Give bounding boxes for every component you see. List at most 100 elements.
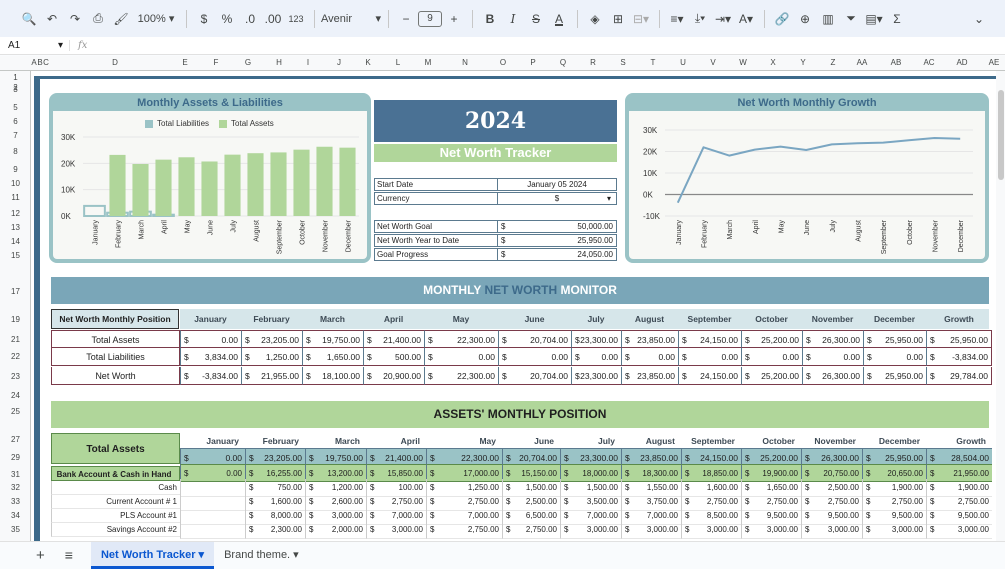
- column-header[interactable]: G: [238, 58, 258, 67]
- row-header[interactable]: 10: [0, 179, 31, 188]
- column-header[interactable]: O: [493, 58, 513, 67]
- column-header[interactable]: AE: [984, 58, 1004, 67]
- column-header[interactable]: T: [643, 58, 663, 67]
- assets-liabilities-chart[interactable]: Monthly Assets & Liabilities Total Liabi…: [49, 93, 371, 263]
- filter-views-icon[interactable]: ▤▾: [863, 8, 885, 30]
- borders-icon[interactable]: ⊞: [607, 8, 629, 30]
- column-header[interactable]: W: [733, 58, 753, 67]
- undo-icon[interactable]: ↶: [41, 8, 63, 30]
- decrease-decimal-button[interactable]: .0: [239, 8, 261, 30]
- row-header[interactable]: 29: [0, 453, 31, 462]
- info-value[interactable]: $ ▾: [498, 193, 616, 204]
- all-sheets-button[interactable]: ≡: [55, 542, 83, 569]
- zoom-select[interactable]: 100% ▾: [133, 8, 179, 30]
- column-header[interactable]: F: [206, 58, 226, 67]
- filter-icon[interactable]: ⏷: [840, 8, 862, 30]
- tab-brand-theme[interactable]: Brand theme. ▾: [214, 542, 309, 569]
- row-header[interactable]: 35: [0, 525, 31, 534]
- formula-input[interactable]: [87, 38, 1005, 54]
- column-header[interactable]: N: [455, 58, 475, 67]
- column-header[interactable]: M: [418, 58, 438, 67]
- column-header[interactable]: J: [329, 58, 349, 67]
- row-header[interactable]: 17: [0, 287, 31, 296]
- row-header[interactable]: 12: [0, 209, 31, 218]
- column-header[interactable]: Z: [823, 58, 843, 67]
- font-size-input[interactable]: 9: [418, 10, 442, 27]
- row-header[interactable]: 24: [0, 391, 31, 400]
- column-header[interactable]: E: [175, 58, 195, 67]
- scrollbar-thumb[interactable]: [998, 90, 1004, 180]
- column-header[interactable]: L: [388, 58, 408, 67]
- redo-icon[interactable]: ↷: [64, 8, 86, 30]
- percent-format-button[interactable]: %: [216, 8, 238, 30]
- column-header[interactable]: R: [583, 58, 603, 67]
- column-header[interactable]: D: [105, 58, 125, 67]
- column-header[interactable]: AC: [919, 58, 939, 67]
- italic-button[interactable]: I: [502, 8, 524, 30]
- text-color-button[interactable]: A: [548, 8, 570, 30]
- row-header[interactable]: 22: [0, 352, 31, 361]
- column-header[interactable]: K: [358, 58, 378, 67]
- row-header[interactable]: 3: [0, 85, 31, 94]
- row-header[interactable]: 6: [0, 117, 31, 126]
- row-header[interactable]: 32: [0, 483, 31, 492]
- functions-button[interactable]: Σ: [886, 8, 908, 30]
- row-header[interactable]: 5: [0, 103, 31, 112]
- row-header[interactable]: 27: [0, 435, 31, 444]
- horizontal-align-icon[interactable]: ≡▾: [666, 8, 688, 30]
- row-header[interactable]: 15: [0, 251, 31, 260]
- column-header[interactable]: AB: [886, 58, 906, 67]
- column-header[interactable]: S: [613, 58, 633, 67]
- increase-decimal-button[interactable]: .00: [262, 8, 284, 30]
- row-header[interactable]: 7: [0, 131, 31, 140]
- vertical-align-icon[interactable]: ⤓▾: [689, 8, 711, 30]
- add-sheet-button[interactable]: +: [26, 542, 55, 569]
- column-header[interactable]: Y: [793, 58, 813, 67]
- row-header[interactable]: 9: [0, 165, 31, 174]
- print-icon[interactable]: ⎙: [87, 8, 109, 30]
- row-header[interactable]: 34: [0, 511, 31, 520]
- column-header[interactable]: H: [269, 58, 289, 67]
- row-header[interactable]: 21: [0, 335, 31, 344]
- column-header[interactable]: X: [763, 58, 783, 67]
- row-header[interactable]: 14: [0, 237, 31, 246]
- more-formats-button[interactable]: 123: [285, 8, 307, 30]
- row-header[interactable]: 13: [0, 223, 31, 232]
- search-menus-icon[interactable]: 🔍: [18, 8, 40, 30]
- increase-font-size-button[interactable]: +: [443, 8, 465, 30]
- column-header[interactable]: P: [523, 58, 543, 67]
- bold-button[interactable]: B: [479, 8, 501, 30]
- column-header[interactable]: I: [298, 58, 318, 67]
- insert-link-icon[interactable]: 🔗: [771, 8, 793, 30]
- column-header[interactable]: Q: [553, 58, 573, 67]
- insert-comment-icon[interactable]: ⊕: [794, 8, 816, 30]
- row-header[interactable]: 8: [0, 147, 31, 156]
- paint-format-icon[interactable]: 🖌: [110, 8, 132, 30]
- row-header[interactable]: 11: [0, 193, 31, 202]
- name-box[interactable]: A1 ▾: [0, 40, 70, 51]
- fill-color-icon[interactable]: ◈: [584, 8, 606, 30]
- row-header[interactable]: 23: [0, 372, 31, 381]
- collapse-toolbar-icon[interactable]: ⌄: [968, 8, 990, 30]
- row-header[interactable]: 19: [0, 315, 31, 324]
- currency-format-button[interactable]: $: [193, 8, 215, 30]
- text-rotation-icon[interactable]: A▾: [735, 8, 757, 30]
- row-header[interactable]: 31: [0, 470, 31, 479]
- row-header[interactable]: 33: [0, 497, 31, 506]
- row-header[interactable]: 1: [0, 73, 31, 82]
- column-header[interactable]: U: [673, 58, 693, 67]
- column-header[interactable]: C: [36, 58, 56, 67]
- net-worth-growth-chart[interactable]: Net Worth Monthly Growth 30K 20K 10K 0K -10K…: [625, 93, 989, 263]
- column-header[interactable]: AD: [952, 58, 972, 67]
- decrease-font-size-button[interactable]: −: [395, 8, 417, 30]
- insert-chart-icon[interactable]: ▥: [817, 8, 839, 30]
- tab-net-worth-tracker[interactable]: Net Worth Tracker ▾: [90, 541, 215, 569]
- asset-cell: $2,300.00: [245, 521, 305, 539]
- column-header[interactable]: V: [703, 58, 723, 67]
- text-wrapping-icon[interactable]: ⇥▾: [712, 8, 734, 30]
- merge-cells-icon[interactable]: ⊟▾: [630, 8, 652, 30]
- strikethrough-button[interactable]: S: [525, 8, 547, 30]
- column-header[interactable]: AA: [852, 58, 872, 67]
- font-select[interactable]: Avenir ▾: [321, 8, 381, 30]
- row-header[interactable]: 25: [0, 407, 31, 416]
